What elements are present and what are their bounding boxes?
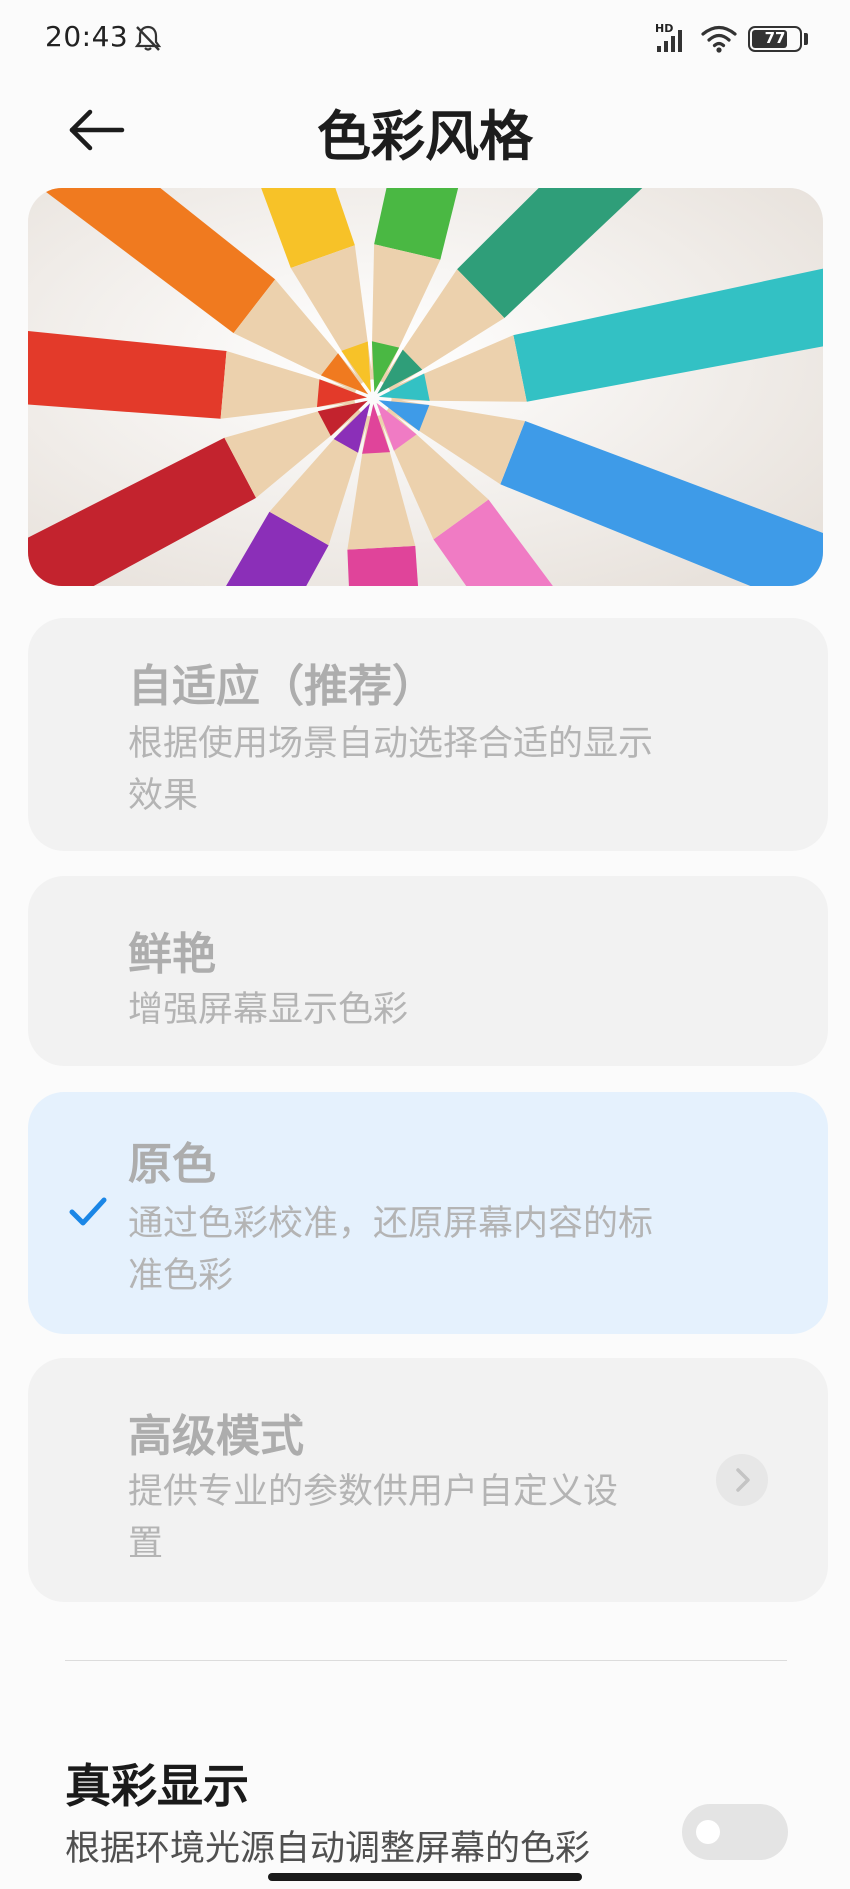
option-desc: 增强屏幕显示色彩 bbox=[128, 984, 758, 1036]
option-desc: 根据使用场景自动选择合适的显示 效果 bbox=[128, 718, 758, 822]
option-desc-line: 置 bbox=[128, 1524, 164, 1564]
option-title: 自适应（推荐） bbox=[128, 661, 436, 712]
true-color-desc: 根据环境光源自动调整屏幕的色彩 bbox=[65, 1829, 591, 1869]
option-desc-line: 增强屏幕显示色彩 bbox=[128, 990, 409, 1030]
option-title: 原色 bbox=[128, 1139, 216, 1190]
home-indicator[interactable] bbox=[268, 1873, 582, 1881]
colored-pencils-image bbox=[28, 188, 823, 586]
check-icon bbox=[69, 1197, 107, 1226]
option-desc-line: 通过色彩校准，还原屏幕内容的标 bbox=[128, 1204, 654, 1244]
true-color-toggle[interactable] bbox=[682, 1804, 788, 1860]
option-desc-line: 效果 bbox=[128, 776, 199, 816]
option-desc-line: 准色彩 bbox=[128, 1256, 234, 1296]
wifi-icon bbox=[701, 25, 737, 53]
bell-off-icon bbox=[134, 25, 162, 51]
chevron-right-glyph bbox=[736, 1468, 750, 1492]
chevron-right-icon[interactable] bbox=[716, 1454, 768, 1506]
divider bbox=[65, 1660, 787, 1661]
battery-tip bbox=[804, 33, 808, 45]
option-original[interactable]: 原色 通过色彩校准，还原屏幕内容的标 准色彩 bbox=[28, 1092, 828, 1334]
page-title: 色彩风格 bbox=[317, 105, 533, 168]
signal-icon bbox=[657, 30, 682, 52]
option-desc: 提供专业的参数供用户自定义设 置 bbox=[128, 1466, 758, 1570]
option-vivid[interactable]: 鲜艳 增强屏幕显示色彩 bbox=[28, 876, 828, 1066]
toggle-knob bbox=[696, 1820, 720, 1844]
battery-icon: 77 bbox=[748, 26, 802, 52]
option-adaptive[interactable]: 自适应（推荐） 根据使用场景自动选择合适的显示 效果 bbox=[28, 618, 828, 851]
option-title: 鲜艳 bbox=[128, 929, 216, 980]
option-desc: 通过色彩校准，还原屏幕内容的标 准色彩 bbox=[128, 1198, 758, 1302]
option-desc-line: 根据使用场景自动选择合适的显示 bbox=[128, 724, 654, 764]
option-advanced[interactable]: 高级模式 提供专业的参数供用户自定义设 置 bbox=[28, 1358, 828, 1602]
status-bar: 20:43 HD 77 bbox=[0, 0, 850, 80]
option-desc-line: 提供专业的参数供用户自定义设 bbox=[128, 1472, 619, 1512]
option-title: 高级模式 bbox=[128, 1411, 304, 1462]
true-color-title: 真彩显示 bbox=[65, 1759, 249, 1813]
battery-level: 77 bbox=[764, 29, 786, 47]
status-time: 20:43 bbox=[45, 20, 129, 53]
